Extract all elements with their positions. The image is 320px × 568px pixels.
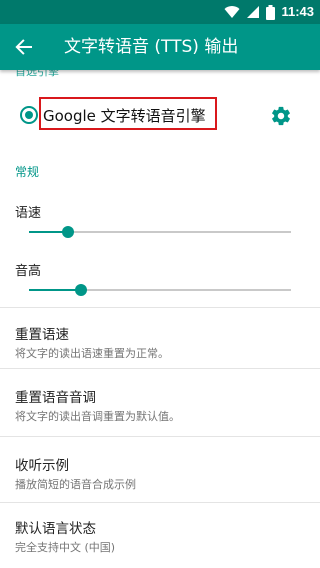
divider — [0, 502, 320, 503]
battery-icon — [266, 4, 276, 20]
page-title: 文字转语音 (TTS) 输出 — [64, 37, 239, 57]
divider — [0, 436, 320, 437]
item-summary: 将文字的读出语速重置为正常。 — [15, 347, 169, 360]
item-title: 收听示例 — [15, 458, 69, 474]
status-time: 11:43 — [281, 4, 314, 19]
item-title: 默认语言状态 — [15, 521, 96, 537]
pitch-thumb[interactable] — [75, 284, 88, 296]
speech-rate-label: 语速 — [15, 206, 42, 221]
speech-rate-slider[interactable] — [29, 226, 291, 238]
listen-example-item[interactable]: 收听示例 播放简短的语音合成示例 — [0, 454, 320, 514]
app-bar: 文字转语音 (TTS) 输出 — [0, 24, 320, 70]
engine-label: Google 文字转语音引擎 — [43, 107, 206, 125]
item-title: 重置语音音调 — [15, 390, 96, 406]
pitch-fill — [29, 289, 82, 291]
status-bar: 11:43 — [0, 0, 320, 24]
default-language-status-item[interactable]: 默认语言状态 完全支持中文 (中国) — [0, 517, 320, 568]
item-summary: 完全支持中文 (中国) — [15, 541, 116, 554]
item-summary: 播放简短的语音合成示例 — [15, 478, 136, 491]
gear-icon[interactable] — [270, 105, 292, 127]
speech-rate-thumb[interactable] — [62, 226, 75, 238]
divider — [0, 307, 320, 308]
status-icons: 11:43 — [224, 3, 314, 21]
reset-speech-rate-item[interactable]: 重置语速 将文字的读出语速重置为正常。 — [0, 323, 320, 383]
pitch-slider[interactable] — [29, 284, 291, 296]
item-title: 重置语速 — [15, 327, 69, 343]
signal-icon — [247, 6, 260, 18]
general-section-header: 常规 — [15, 165, 40, 179]
reset-pitch-item[interactable]: 重置语音音调 将文字的读出音调重置为默认值。 — [0, 386, 320, 446]
engine-section-header: 首选引擎 — [15, 70, 59, 78]
wifi-icon — [224, 6, 240, 19]
settings-list[interactable]: 首选引擎 Google 文字转语音引擎 常规 语速 音高 重置语速 将文字的读出… — [0, 70, 320, 568]
arrow-back-icon — [15, 39, 32, 55]
engine-radio[interactable] — [20, 106, 38, 124]
item-summary: 将文字的读出音调重置为默认值。 — [15, 410, 180, 423]
divider — [0, 368, 320, 369]
back-button[interactable] — [10, 33, 38, 61]
pitch-label: 音高 — [15, 264, 42, 279]
engine-option-google[interactable]: Google 文字转语音引擎 — [0, 92, 320, 148]
